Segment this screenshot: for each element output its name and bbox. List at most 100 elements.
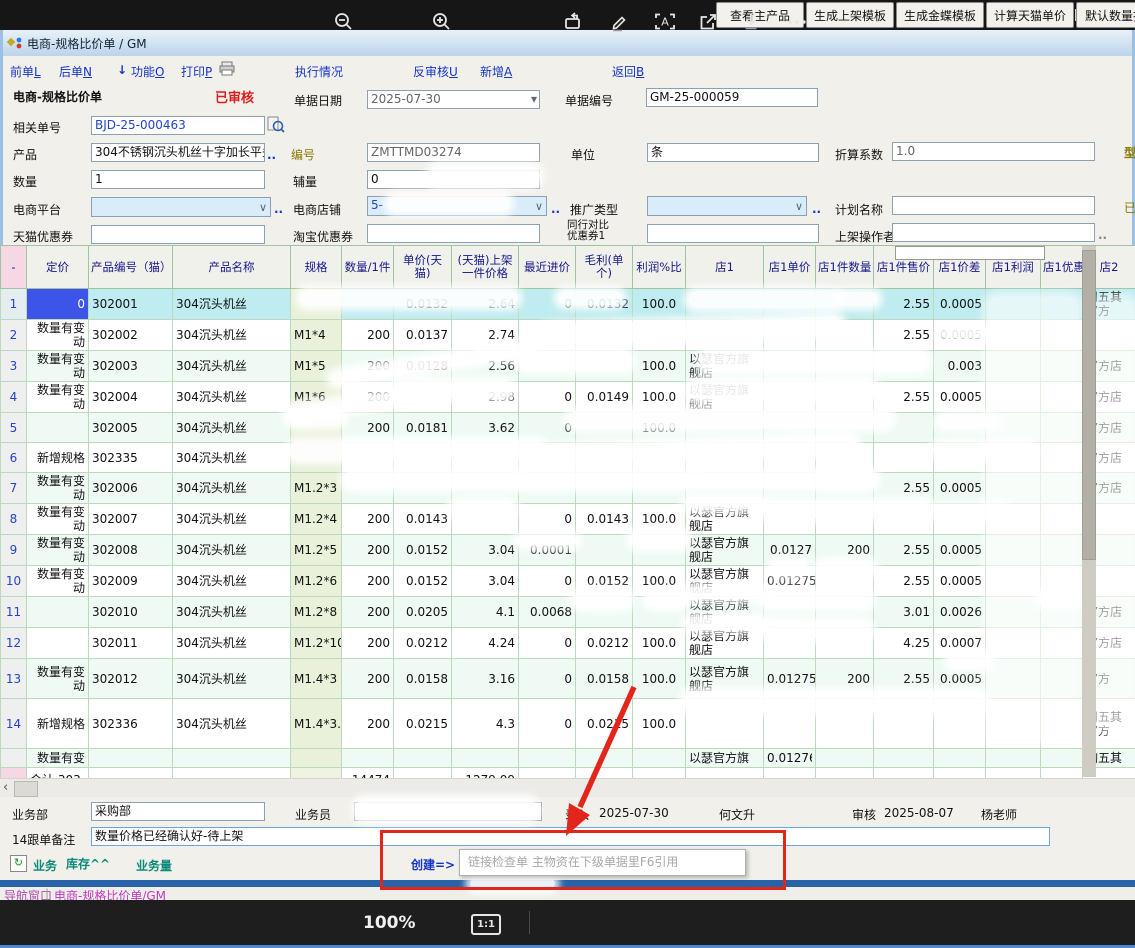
cell-store1-sell[interactable]: 2.55 — [874, 382, 934, 413]
cell-piece-price[interactable]: 3.16 — [452, 659, 519, 699]
cell-qty-per-piece[interactable]: 200 — [342, 566, 394, 597]
cell-store1-qty[interactable] — [816, 749, 874, 768]
lookup-magnifier-icon[interactable] — [267, 115, 285, 133]
cell-gross-profit[interactable] — [576, 749, 633, 768]
cell-spec[interactable]: M1.2*8 — [291, 597, 342, 628]
cell-piece-price[interactable]: 4.3 — [452, 699, 519, 749]
cell-qty-per-piece[interactable]: 200 — [342, 504, 394, 535]
cell-gross-profit[interactable]: 0.0215 — [576, 699, 633, 749]
taobao-coupon-input[interactable] — [367, 224, 540, 243]
cell-num[interactable]: 13 — [1, 659, 27, 699]
cell-piece-price[interactable] — [452, 749, 519, 768]
cell-pricing[interactable]: 新增规格 — [27, 443, 89, 473]
plan-name-input[interactable] — [892, 196, 1095, 215]
cell-spec[interactable]: M1*4 — [291, 320, 342, 351]
cell-num[interactable]: 10 — [1, 566, 27, 597]
vertical-scrollbar[interactable] — [1082, 246, 1096, 777]
cell-code[interactable]: 302001 — [89, 289, 173, 320]
cell-pricing[interactable]: 数量有变动 — [27, 566, 89, 597]
cell-num[interactable]: 5 — [1, 413, 27, 443]
lister-more-link[interactable]: .. — [1098, 228, 1107, 242]
generate-kingdee-template-button[interactable]: 生成金蝶模板 — [896, 2, 984, 28]
table-row[interactable]: 4数量有变动302004304沉头机丝M1*62002.9800.0149100… — [1, 382, 1135, 413]
cell-code[interactable]: 302335 — [89, 443, 173, 473]
promo-more-link[interactable]: .. — [812, 202, 821, 216]
cell-pricing[interactable]: 数量有变动 — [27, 320, 89, 351]
col-header-unit-price[interactable]: 单价(天猫) — [394, 246, 452, 289]
cell-store1-price[interactable]: 0.012766 — [764, 749, 816, 768]
cell-qty-per-piece[interactable] — [342, 749, 394, 768]
more-options-icon[interactable] — [786, 12, 810, 32]
cell-num[interactable]: 2 — [1, 320, 27, 351]
cell-pricing[interactable]: 数量有变动 — [27, 749, 89, 768]
cell-num[interactable]: 6 — [1, 443, 27, 473]
cell-pricing[interactable]: 合计 303 — [27, 768, 89, 779]
col-header-spec[interactable]: 规格 — [291, 246, 342, 289]
cell-code[interactable]: 302003 — [89, 351, 173, 382]
col-header-store1-qty[interactable]: 店1件数量 — [816, 246, 874, 289]
cell-gross-profit[interactable]: 0.0149 — [576, 382, 633, 413]
menu-execution-status[interactable]: 执行情况 — [295, 63, 343, 80]
menu-print[interactable]: 打印P — [181, 63, 212, 80]
cell-store1[interactable]: 以瑟官方旗舰店 — [686, 535, 764, 566]
cell-gross-profit[interactable]: 0.0158 — [576, 659, 633, 699]
cell-unit-price[interactable]: 0.0137 — [394, 320, 452, 351]
scroll-left-arrow-icon[interactable]: ‹ — [3, 780, 8, 795]
cell-store1-qty[interactable] — [816, 768, 874, 779]
cell-store1-sell[interactable] — [874, 443, 934, 473]
product-more-link[interactable]: .. — [267, 148, 276, 162]
cell-spec[interactable]: M1.2*6 — [291, 566, 342, 597]
col-header-qty-per-piece[interactable]: 数量/1件 — [342, 246, 394, 289]
code-input[interactable]: ZMTTMD03274 — [367, 143, 540, 162]
cell-code[interactable] — [89, 749, 173, 768]
tmall-coupon-input[interactable] — [91, 225, 265, 244]
cell-profit-pct[interactable]: 100.0 — [633, 628, 686, 659]
tab-current-doc[interactable]: 电商-规格比价单/GM — [54, 887, 166, 900]
menu-prev[interactable]: 前单L — [10, 63, 41, 80]
cell-unit-price[interactable]: 0.0152 — [394, 535, 452, 566]
cell-gross-profit[interactable] — [576, 535, 633, 566]
cell-unit-price[interactable]: 0.0181 — [394, 413, 452, 443]
text-recognition-icon[interactable]: A — [654, 12, 676, 32]
cell-pricing[interactable]: 数量有变动 — [27, 659, 89, 699]
cell-profit-pct[interactable] — [633, 749, 686, 768]
menu-add[interactable]: 新增A — [480, 63, 512, 80]
cell-name[interactable]: 304沉头机丝 — [173, 628, 291, 659]
cell-name[interactable] — [173, 768, 291, 779]
default-qty-discount-button[interactable]: 默认数量折 — [1076, 2, 1135, 28]
col-header-num[interactable]: - — [1, 246, 27, 289]
cell-piece-price[interactable]: 3.04 — [452, 566, 519, 597]
cell-store1-coupon[interactable] — [1041, 749, 1083, 768]
cell-store1-diff[interactable]: 0.0007 — [934, 628, 986, 659]
cell-store1-diff[interactable] — [934, 749, 986, 768]
cell-name[interactable] — [173, 749, 291, 768]
cell-store1-profit[interactable] — [986, 768, 1041, 779]
cell-name[interactable]: 304沉头机丝 — [173, 289, 291, 320]
cell-num[interactable]: 12 — [1, 628, 27, 659]
col-header-store1-coupon[interactable]: 店1优惠 — [1041, 246, 1083, 289]
cell-profit-pct[interactable]: 100.0 — [633, 699, 686, 749]
cell-name[interactable]: 304沉头机丝 — [173, 351, 291, 382]
cell-qty-per-piece[interactable]: 200 — [342, 628, 394, 659]
cell-store1-sell[interactable]: 3.01 — [874, 597, 934, 628]
cell-pricing[interactable]: 数量有变动 — [27, 382, 89, 413]
cell-store1[interactable]: 以瑟官方旗舰店 — [686, 628, 764, 659]
platform-select[interactable]: ∨ — [91, 197, 271, 217]
cell-code[interactable]: 302005 — [89, 413, 173, 443]
cell-qty-per-piece[interactable]: 200 — [342, 413, 394, 443]
cell-recent-cost[interactable]: 0 — [519, 413, 576, 443]
cell-name[interactable]: 304沉头机丝 — [173, 535, 291, 566]
cell-store1-sell[interactable]: 4.25 — [874, 628, 934, 659]
table-row[interactable]: 12302011304沉头机丝M1.2*102000.02124.2400.02… — [1, 628, 1135, 659]
cell-num[interactable]: 4 — [1, 382, 27, 413]
cell-qty-per-piece[interactable]: 14474 — [342, 768, 394, 779]
cell-store1-diff[interactable]: 0.0005 — [934, 535, 986, 566]
share-icon[interactable] — [698, 12, 720, 32]
cell-store1-sell[interactable]: 2.55 — [874, 320, 934, 351]
cell-code[interactable]: 302006 — [89, 473, 173, 504]
cell-num[interactable]: 7 — [1, 473, 27, 504]
cell-spec[interactable]: M1.2*5 — [291, 535, 342, 566]
cell-piece-price[interactable]: 3.04 — [452, 535, 519, 566]
cell-num[interactable]: 1 — [1, 289, 27, 320]
cell-store1-profit[interactable] — [986, 749, 1041, 768]
